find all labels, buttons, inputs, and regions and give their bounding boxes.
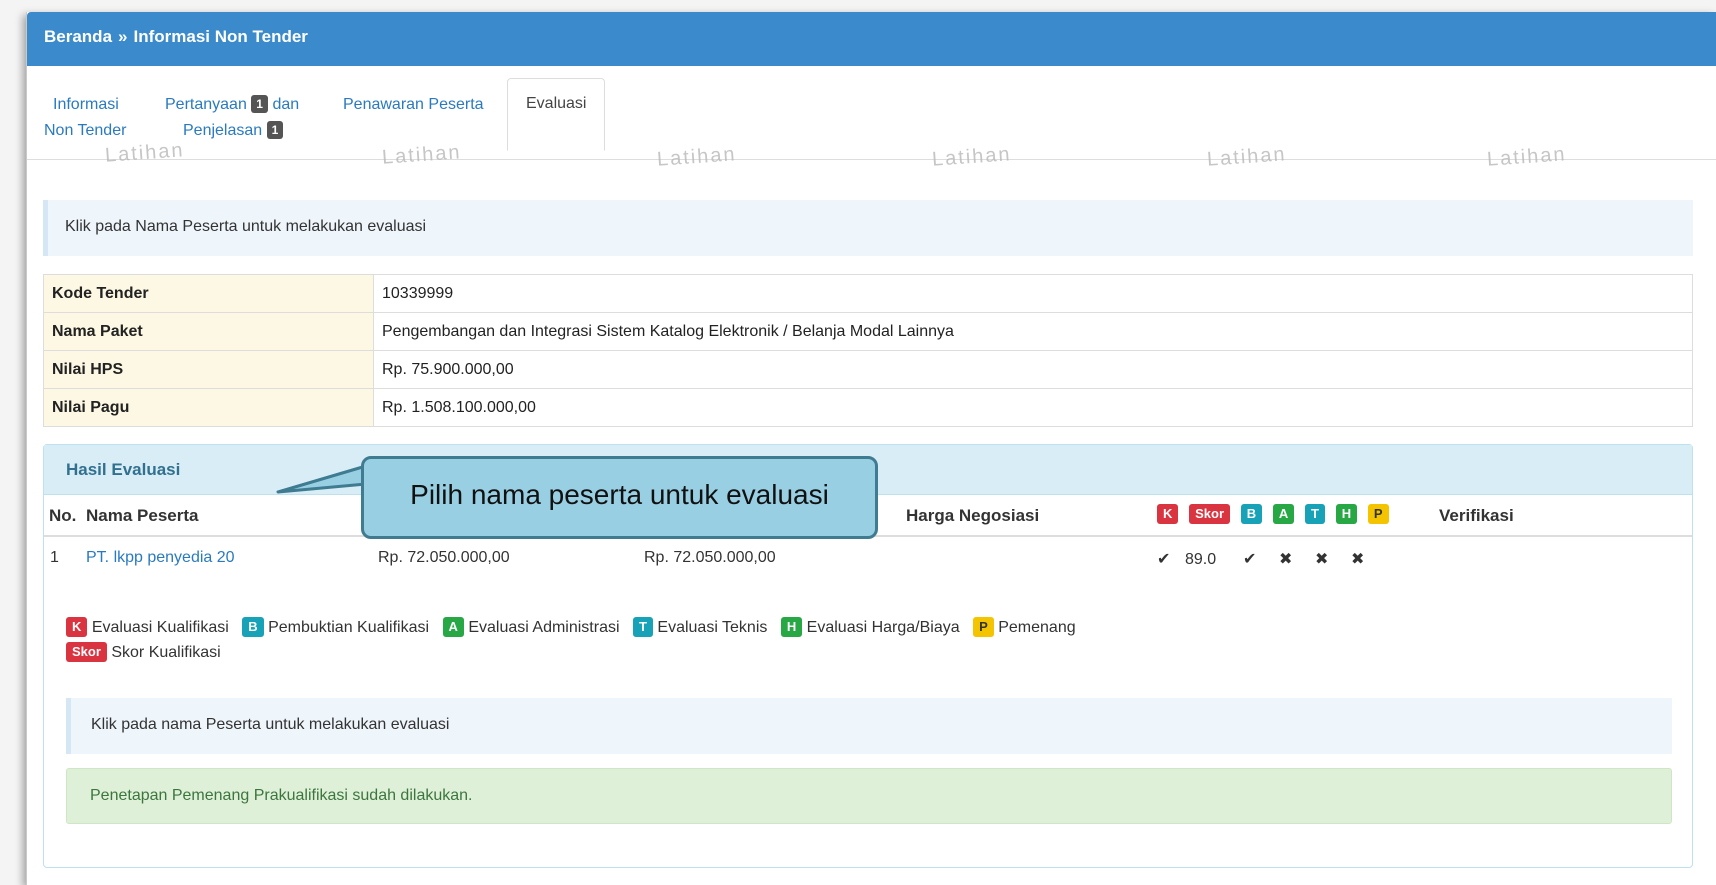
info-alert-text: Klik pada Nama Peserta untuk melakukan e… xyxy=(65,218,427,235)
tab-label-line1: Informasi xyxy=(53,96,119,113)
check-icon: ✔ xyxy=(1243,551,1257,568)
detail-row: Kode Tender 10339999 xyxy=(43,274,1693,313)
legend-label: Evaluasi Harga/Biaya xyxy=(806,619,960,636)
participant-name-link[interactable]: PT. lkpp penyedia 20 xyxy=(86,549,235,567)
breadcrumb-current: Informasi Non Tender xyxy=(133,27,308,46)
row-number: 1 xyxy=(50,549,59,566)
detail-key: Nilai Pagu xyxy=(43,388,374,427)
badge-b: B xyxy=(1240,504,1263,524)
column-header-harga-negosiasi: Harga Negosiasi xyxy=(906,506,1040,525)
tab-penawaran-peserta[interactable]: Penawaran Peserta xyxy=(343,92,484,118)
evaluation-status: ✔ 89.0 ✔ ✖ ✖ ✖ xyxy=(1157,549,1387,569)
badge-h: H xyxy=(1335,504,1358,524)
info-alert-text: Klik pada nama Peserta untuk melakukan e… xyxy=(91,716,450,733)
badge-legend: K Evaluasi Kualifikasi B Pembuktian Kual… xyxy=(66,615,1085,665)
badge-p: P xyxy=(1367,504,1389,524)
success-alert: Penetapan Pemenang Prakualifikasi sudah … xyxy=(66,768,1672,824)
tab-label-line2: Non Tender xyxy=(44,122,127,139)
check-icon: ✔ xyxy=(1157,551,1171,568)
detail-key: Nilai HPS xyxy=(43,350,374,389)
legend-label: Evaluasi Teknis xyxy=(657,619,768,636)
tab-evaluasi[interactable]: Evaluasi xyxy=(507,78,606,151)
legend-badge-h: H xyxy=(780,617,803,637)
cross-icon: ✖ xyxy=(1279,551,1293,568)
tender-detail-table: Kode Tender 10339999 Nama Paket Pengemba… xyxy=(43,274,1693,427)
cross-icon: ✖ xyxy=(1351,551,1365,568)
badge-skor: Skor xyxy=(1189,504,1231,524)
detail-value: Rp. 75.900.000,00 xyxy=(373,350,1693,389)
tab-bar: Informasi Non Tender Pertanyaan 1 dan Pe… xyxy=(27,78,1716,160)
legend-badge-b: B xyxy=(242,617,264,637)
tab-label: Evaluasi xyxy=(526,95,587,112)
legend-label: Skor Kualifikasi xyxy=(111,644,221,661)
detail-row: Nama Paket Pengembangan dan Integrasi Si… xyxy=(43,312,1693,351)
detail-row: Nilai HPS Rp. 75.900.000,00 xyxy=(43,350,1693,389)
detail-value: Pengembangan dan Integrasi Sistem Katalo… xyxy=(373,312,1693,351)
tab-pertanyaan-penjelasan[interactable]: Pertanyaan 1 dan Penjelasan 1 xyxy=(165,92,299,144)
harga-terkoreksi: Rp. 72.050.000,00 xyxy=(644,549,776,566)
info-alert: Klik pada Nama Peserta untuk melakukan e… xyxy=(43,200,1693,256)
column-header-no: No. xyxy=(49,506,77,525)
detail-value: 10339999 xyxy=(373,274,1693,313)
detail-key: Kode Tender xyxy=(43,274,374,313)
cross-icon: ✖ xyxy=(1315,551,1329,568)
tab-label-and: dan xyxy=(272,96,300,113)
column-header-nama-peserta: Nama Peserta xyxy=(86,506,199,525)
tab-label-line1: Pertanyaan xyxy=(165,96,247,113)
breadcrumb: Beranda » Informasi Non Tender xyxy=(27,12,1716,66)
info-alert: Klik pada nama Peserta untuk melakukan e… xyxy=(66,698,1672,754)
detail-value: Rp. 1.508.100.000,00 xyxy=(373,388,1693,427)
badge-a: A xyxy=(1272,504,1295,524)
column-header-verifikasi: Verifikasi xyxy=(1439,506,1514,525)
legend-label: Pembuktian Kualifikasi xyxy=(268,619,430,636)
skor-value: 89.0 xyxy=(1185,551,1217,568)
breadcrumb-separator: » xyxy=(118,27,128,46)
detail-row: Nilai Pagu Rp. 1.508.100.000,00 xyxy=(43,388,1693,427)
tab-label-line2: Penjelasan xyxy=(183,122,263,139)
badge-k: K xyxy=(1157,504,1179,524)
column-header-badges: K Skor B A T H P xyxy=(1157,504,1389,524)
legend-badge-skor: Skor xyxy=(66,642,107,662)
detail-key: Nama Paket xyxy=(43,312,374,351)
tutorial-callout: Pilih nama peserta untuk evaluasi xyxy=(361,456,878,539)
legend-label: Evaluasi Administrasi xyxy=(468,619,620,636)
badge-t: T xyxy=(1305,504,1325,524)
tab-label: Penawaran Peserta xyxy=(343,96,484,113)
tab-informasi-non-tender[interactable]: Informasi Non Tender xyxy=(44,92,126,144)
screen-background: Beranda » Informasi Non Tender Informasi N… xyxy=(0,0,1716,885)
legend-badge-p: P xyxy=(973,617,994,637)
explanation-count-badge: 1 xyxy=(266,121,284,139)
callout-text: Pilih nama peserta untuk evaluasi xyxy=(410,479,829,510)
question-count-badge: 1 xyxy=(251,95,268,113)
legend-badge-k: K xyxy=(66,617,88,637)
breadcrumb-home[interactable]: Beranda xyxy=(44,27,112,46)
legend-label: Pemenang xyxy=(998,619,1076,636)
main-panel: Beranda » Informasi Non Tender Informasi N… xyxy=(26,12,1716,885)
legend-badge-t: T xyxy=(632,617,653,637)
legend-badge-a: A xyxy=(442,617,464,637)
legend-label: Evaluasi Kualifikasi xyxy=(91,619,229,636)
harga-penawaran: Rp. 72.050.000,00 xyxy=(378,549,510,566)
success-alert-text: Penetapan Pemenang Prakualifikasi sudah … xyxy=(90,787,473,804)
